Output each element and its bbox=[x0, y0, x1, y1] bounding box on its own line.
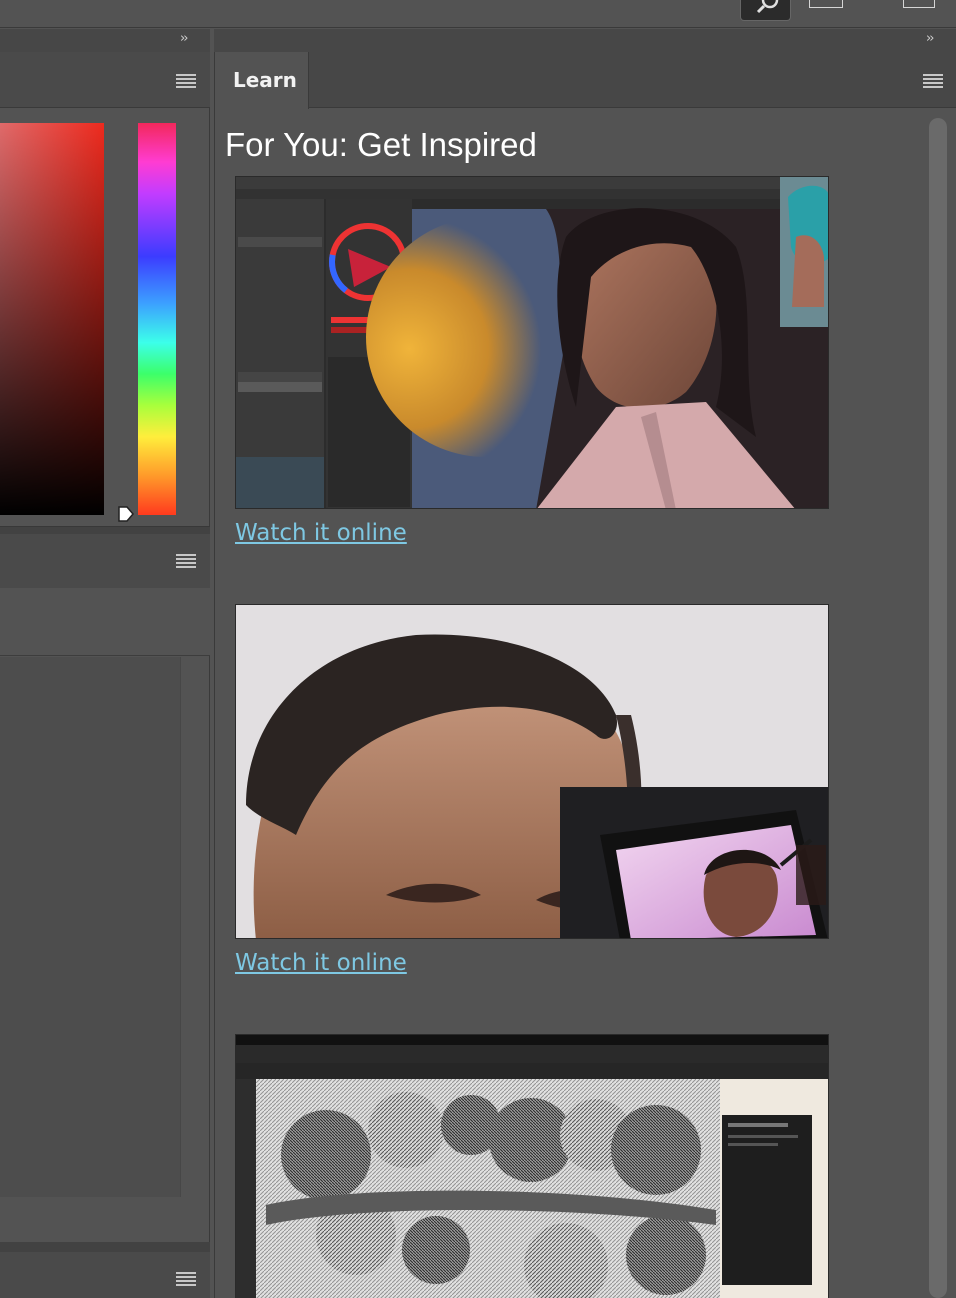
scrollbar-thumb[interactable] bbox=[929, 118, 947, 1298]
tutorial-thumbnail[interactable] bbox=[235, 604, 829, 939]
workspace-frame-icon[interactable] bbox=[809, 0, 843, 8]
portrait-painting-thumbnail bbox=[236, 177, 828, 508]
tutorial-thumbnail[interactable] bbox=[235, 1034, 829, 1298]
collapse-chevron-icon[interactable]: ›› bbox=[926, 31, 935, 46]
search-button[interactable] bbox=[740, 0, 791, 21]
panel-menu-icon[interactable] bbox=[176, 554, 196, 568]
bottom-panel-header bbox=[0, 1252, 210, 1298]
panel-list-scrollbar[interactable] bbox=[180, 657, 208, 1197]
face-sketch-thumbnail bbox=[236, 605, 828, 938]
learn-heading: For You: Get Inspired bbox=[225, 126, 537, 163]
panel-divider bbox=[0, 526, 210, 534]
swatches-panel-header bbox=[0, 534, 210, 590]
panel-toolbar-area bbox=[0, 588, 210, 656]
panel-menu-icon[interactable] bbox=[176, 1272, 196, 1286]
hue-slider-handle-icon[interactable] bbox=[117, 505, 135, 523]
search-icon bbox=[756, 0, 779, 14]
learn-tab-bar: Learn bbox=[215, 52, 956, 109]
right-dock-collapse-bar: ›› bbox=[214, 29, 956, 52]
color-saturation-field[interactable] bbox=[0, 123, 104, 515]
color-panel-header bbox=[0, 52, 210, 108]
left-panel-dock bbox=[0, 52, 210, 1298]
learn-panel-scrollbar[interactable] bbox=[929, 118, 947, 1298]
watch-online-link[interactable]: Watch it online bbox=[235, 520, 407, 546]
panel-divider bbox=[0, 1242, 210, 1252]
window-frame-icon[interactable] bbox=[903, 0, 935, 8]
panel-menu-icon[interactable] bbox=[923, 74, 943, 88]
fruit-engraving-thumbnail bbox=[236, 1035, 828, 1298]
top-toolbar bbox=[0, 0, 956, 28]
tab-learn[interactable]: Learn bbox=[215, 52, 309, 109]
hue-slider[interactable] bbox=[138, 123, 176, 515]
panel-menu-icon[interactable] bbox=[176, 74, 196, 88]
learn-panel: Learn For You: Get Inspired Watch it onl… bbox=[214, 52, 956, 1298]
left-dock-collapse-bar: ›› bbox=[0, 29, 210, 52]
panel-list-area bbox=[0, 657, 180, 1197]
tutorial-thumbnail[interactable] bbox=[235, 176, 829, 509]
tab-learn-label: Learn bbox=[233, 68, 297, 92]
collapse-chevron-icon[interactable]: ›› bbox=[180, 31, 189, 46]
watch-online-link[interactable]: Watch it online bbox=[235, 950, 407, 976]
